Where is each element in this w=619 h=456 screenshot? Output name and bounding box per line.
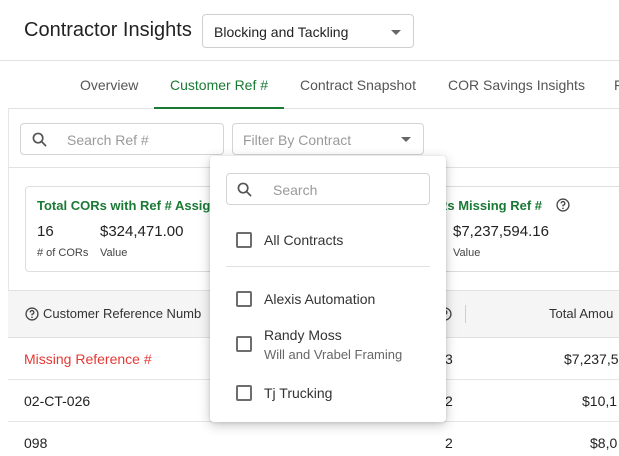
- cell-total: $7,237,5: [564, 351, 619, 367]
- card-count: 16: [37, 223, 54, 240]
- cell-count: 3: [445, 351, 453, 367]
- card-amount-caption: Value: [453, 247, 481, 259]
- table-row[interactable]: 098 2 $8,0: [8, 422, 619, 456]
- checkbox-unchecked-icon[interactable]: [236, 336, 252, 352]
- active-tab-indicator: [154, 107, 284, 109]
- option-label: Randy Moss: [264, 327, 342, 343]
- chevron-down-icon: [391, 30, 401, 35]
- option-label: Alexis Automation: [264, 291, 376, 307]
- cell-total: $10,1: [582, 393, 618, 409]
- card-amount: $7,237,594.16: [453, 223, 549, 240]
- help-circle-icon[interactable]: [25, 307, 39, 321]
- column-header-ref[interactable]: Customer Reference Numb: [43, 306, 201, 321]
- project-select[interactable]: Blocking and Tackling: [202, 14, 414, 48]
- option-label: Tj Trucking: [264, 385, 333, 401]
- search-icon: [237, 182, 252, 197]
- card-title: Rs Missing Ref #: [438, 198, 543, 213]
- search-icon: [32, 132, 47, 147]
- help-circle-icon[interactable]: [556, 198, 570, 212]
- tab-bar: Overview Customer Ref # Contract Snapsho…: [8, 61, 619, 109]
- contract-filter-select[interactable]: Filter By Contract: [232, 123, 424, 155]
- dropdown-search-box[interactable]: [226, 173, 430, 205]
- dropdown-divider: [226, 266, 430, 267]
- page-title: Contractor Insights: [24, 19, 192, 41]
- dropdown-search-input[interactable]: [273, 180, 423, 200]
- checkbox-unchecked-icon[interactable]: [236, 291, 252, 307]
- cell-ref: 098: [24, 435, 48, 451]
- tab-contract-snapshot[interactable]: Contract Snapshot: [300, 61, 416, 109]
- option-sublabel: Will and Vrabel Framing: [264, 347, 403, 362]
- cell-total: $8,0: [590, 435, 618, 451]
- tab-customer-ref[interactable]: Customer Ref #: [170, 61, 268, 109]
- cell-count: 2: [445, 435, 453, 451]
- contract-filter-dropdown: All Contracts Alexis Automation Randy Mo…: [210, 156, 446, 422]
- card-title: Total CORs with Ref # Assig: [37, 198, 211, 213]
- summary-card-missing: Rs Missing Ref # $7,237,594.16 Value: [425, 186, 619, 272]
- tab-overview[interactable]: Overview: [80, 61, 138, 109]
- search-ref-input[interactable]: [67, 130, 217, 150]
- card-amount: $324,471.00: [100, 223, 184, 240]
- option-label: All Contracts: [264, 232, 344, 248]
- cell-ref: 02-CT-026: [24, 393, 91, 409]
- checkbox-unchecked-icon[interactable]: [236, 385, 252, 401]
- tab-cor-savings-insights[interactable]: COR Savings Insights: [448, 61, 585, 109]
- card-amount-caption: Value: [100, 247, 128, 259]
- column-header-total[interactable]: Total Amou: [549, 306, 613, 321]
- app-header: Contractor Insights Blocking and Tacklin…: [0, 0, 619, 61]
- cell-count: 2: [445, 393, 453, 409]
- column-divider: [465, 305, 466, 323]
- cell-ref: Missing Reference #: [24, 351, 152, 367]
- card-count-caption: # of CORs: [37, 247, 89, 259]
- project-select-value: Blocking and Tackling: [214, 24, 349, 40]
- chevron-down-icon: [401, 137, 411, 142]
- search-ref-box[interactable]: [20, 123, 224, 155]
- tab-overflow[interactable]: F: [614, 61, 619, 109]
- checkbox-unchecked-icon[interactable]: [236, 232, 252, 248]
- contract-filter-placeholder: Filter By Contract: [243, 132, 352, 148]
